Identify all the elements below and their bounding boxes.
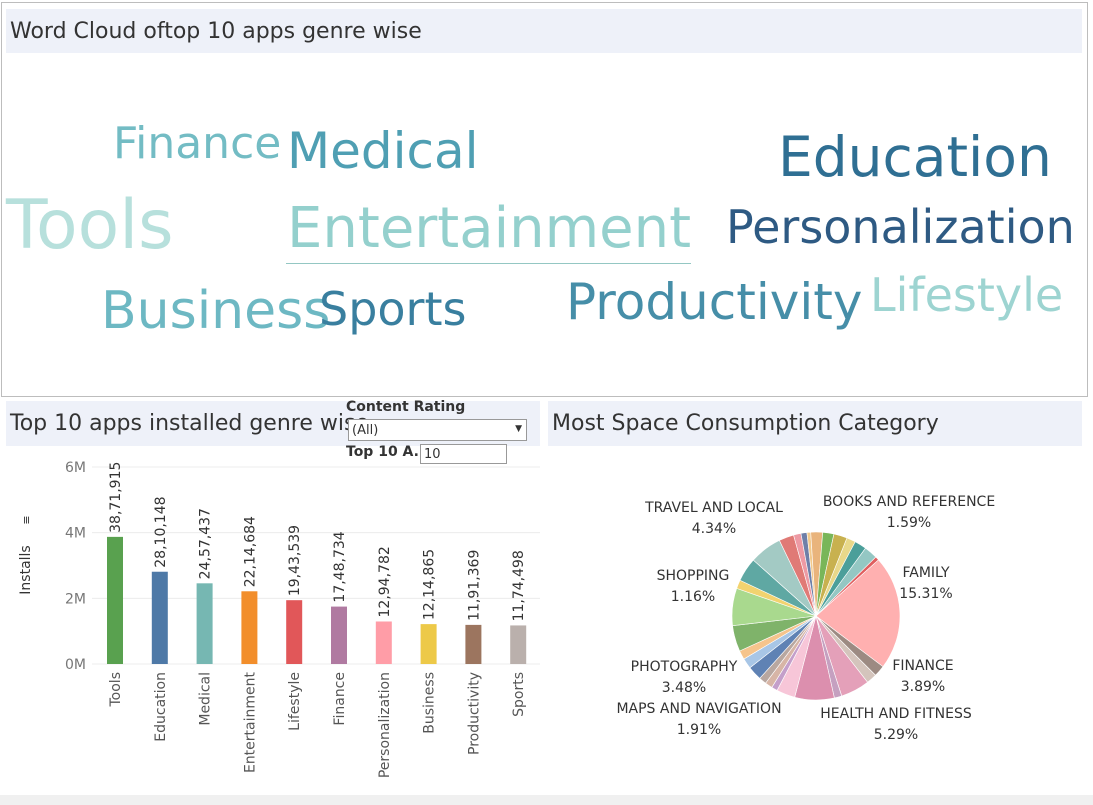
bar-lifestyle (286, 600, 303, 664)
bar-value-label: 28,10,148 (153, 496, 169, 567)
content-rating-dropdown[interactable]: (All) ▼ (348, 419, 527, 441)
y-tick-label: 0M (65, 657, 86, 673)
bar-sports (510, 625, 527, 664)
bar-value-label: 11,91,369 (466, 550, 482, 621)
bar-value-label: 22,14,684 (242, 516, 258, 587)
pie-label-health-and-fitness-pct: 5.29% (874, 727, 918, 743)
pie-label-travel-and-local-pct: 4.34% (692, 521, 736, 537)
x-tick-label: Lifestyle (287, 672, 303, 731)
bar-finance (331, 606, 347, 664)
bar-personalization (375, 621, 392, 664)
y-axis-label: Installs (18, 545, 34, 594)
pie-label-books-and-reference-pct: 1.59% (887, 515, 931, 531)
x-tick-label: Sports (511, 672, 527, 717)
x-tick-label: Entertainment (242, 671, 258, 773)
pie-label-travel-and-local: TRAVEL AND LOCAL (644, 500, 783, 516)
bar-chart: 0M 2M 4M 6M Installs ≡ 38,71,915 Tools 28,10,148… (18, 460, 540, 778)
x-tick-label: Education (153, 672, 169, 742)
pie-label-maps-and-navigation-pct: 1.91% (677, 722, 721, 738)
bar-medical (196, 583, 213, 664)
pie-label-finance-pct: 3.89% (901, 679, 945, 695)
pie-label-family-pct: 15.31% (899, 586, 952, 602)
wordcloud-word-lifestyle[interactable]: Lifestyle (870, 272, 1063, 318)
wordcloud-word-entertainment[interactable]: Entertainment (287, 201, 691, 257)
bar-value-label: 12,94,782 (377, 546, 393, 617)
wordcloud-word-business[interactable]: Business (101, 285, 330, 337)
bar-value-label: 12,14,865 (422, 549, 438, 620)
content-rating-value: (All) (352, 422, 379, 438)
pie-label-photography: PHOTOGRAPHY (631, 659, 738, 675)
footer-strip (0, 795, 1093, 805)
bar-value-label: 11,74,498 (511, 550, 527, 621)
content-rating-label: Content Rating (346, 399, 466, 415)
pie-chart: FAMILY 15.31% FINANCE 3.89% HEALTH AND FITNE… (616, 494, 995, 743)
chevron-down-icon: ▼ (515, 424, 522, 434)
sort-icon: ≡ (20, 515, 33, 524)
bar-value-label: 38,71,915 (108, 462, 124, 533)
bar-entertainment (241, 591, 258, 664)
pie-label-family: FAMILY (902, 565, 949, 581)
y-tick-label: 4M (65, 526, 86, 542)
pie-panel-title: Most Space Consumption Category (548, 401, 1082, 446)
bar-productivity (465, 624, 482, 664)
pie-label-shopping-pct: 1.16% (671, 589, 715, 605)
x-tick-label: Tools (108, 672, 124, 708)
x-tick-label: Business (422, 672, 438, 734)
bar-value-label: 24,57,437 (198, 508, 214, 579)
y-tick-label: 6M (65, 460, 86, 476)
wordcloud-word-productivity[interactable]: Productivity (566, 277, 862, 327)
pie-label-health-and-fitness: HEALTH AND FITNESS (820, 706, 972, 722)
pie-label-shopping: SHOPPING (657, 568, 730, 584)
x-tick-label: Personalization (377, 672, 393, 778)
wordcloud-word-tools[interactable]: Tools (6, 192, 174, 260)
wordcloud-word-finance[interactable]: Finance (113, 122, 281, 166)
wordcloud-title: Word Cloud oftop 10 apps genre wise (6, 9, 1082, 53)
x-tick-label: Medical (198, 672, 214, 726)
x-tick-label: Productivity (466, 672, 482, 755)
pie-label-finance: FINANCE (892, 658, 953, 674)
wordcloud-word-sports[interactable]: Sports (319, 286, 466, 332)
pie-label-photography-pct: 3.48% (662, 680, 706, 696)
pie-label-books-and-reference: BOOKS AND REFERENCE (823, 494, 995, 510)
wordcloud-highlight-underline (286, 263, 691, 264)
bar-business (420, 624, 437, 664)
wordcloud-word-medical[interactable]: Medical (287, 126, 479, 176)
pie-label-maps-and-navigation: MAPS AND NAVIGATION (616, 701, 781, 717)
bar-education (151, 571, 168, 664)
y-tick-label: 2M (65, 591, 86, 607)
wordcloud-word-personalization[interactable]: Personalization (726, 204, 1075, 250)
x-tick-label: Finance (332, 672, 348, 726)
bar-value-label: 19,43,539 (287, 525, 303, 596)
bar-tools (107, 536, 123, 664)
bar-value-label: 17,48,734 (332, 531, 348, 602)
wordcloud-word-education[interactable]: Education (778, 130, 1052, 185)
